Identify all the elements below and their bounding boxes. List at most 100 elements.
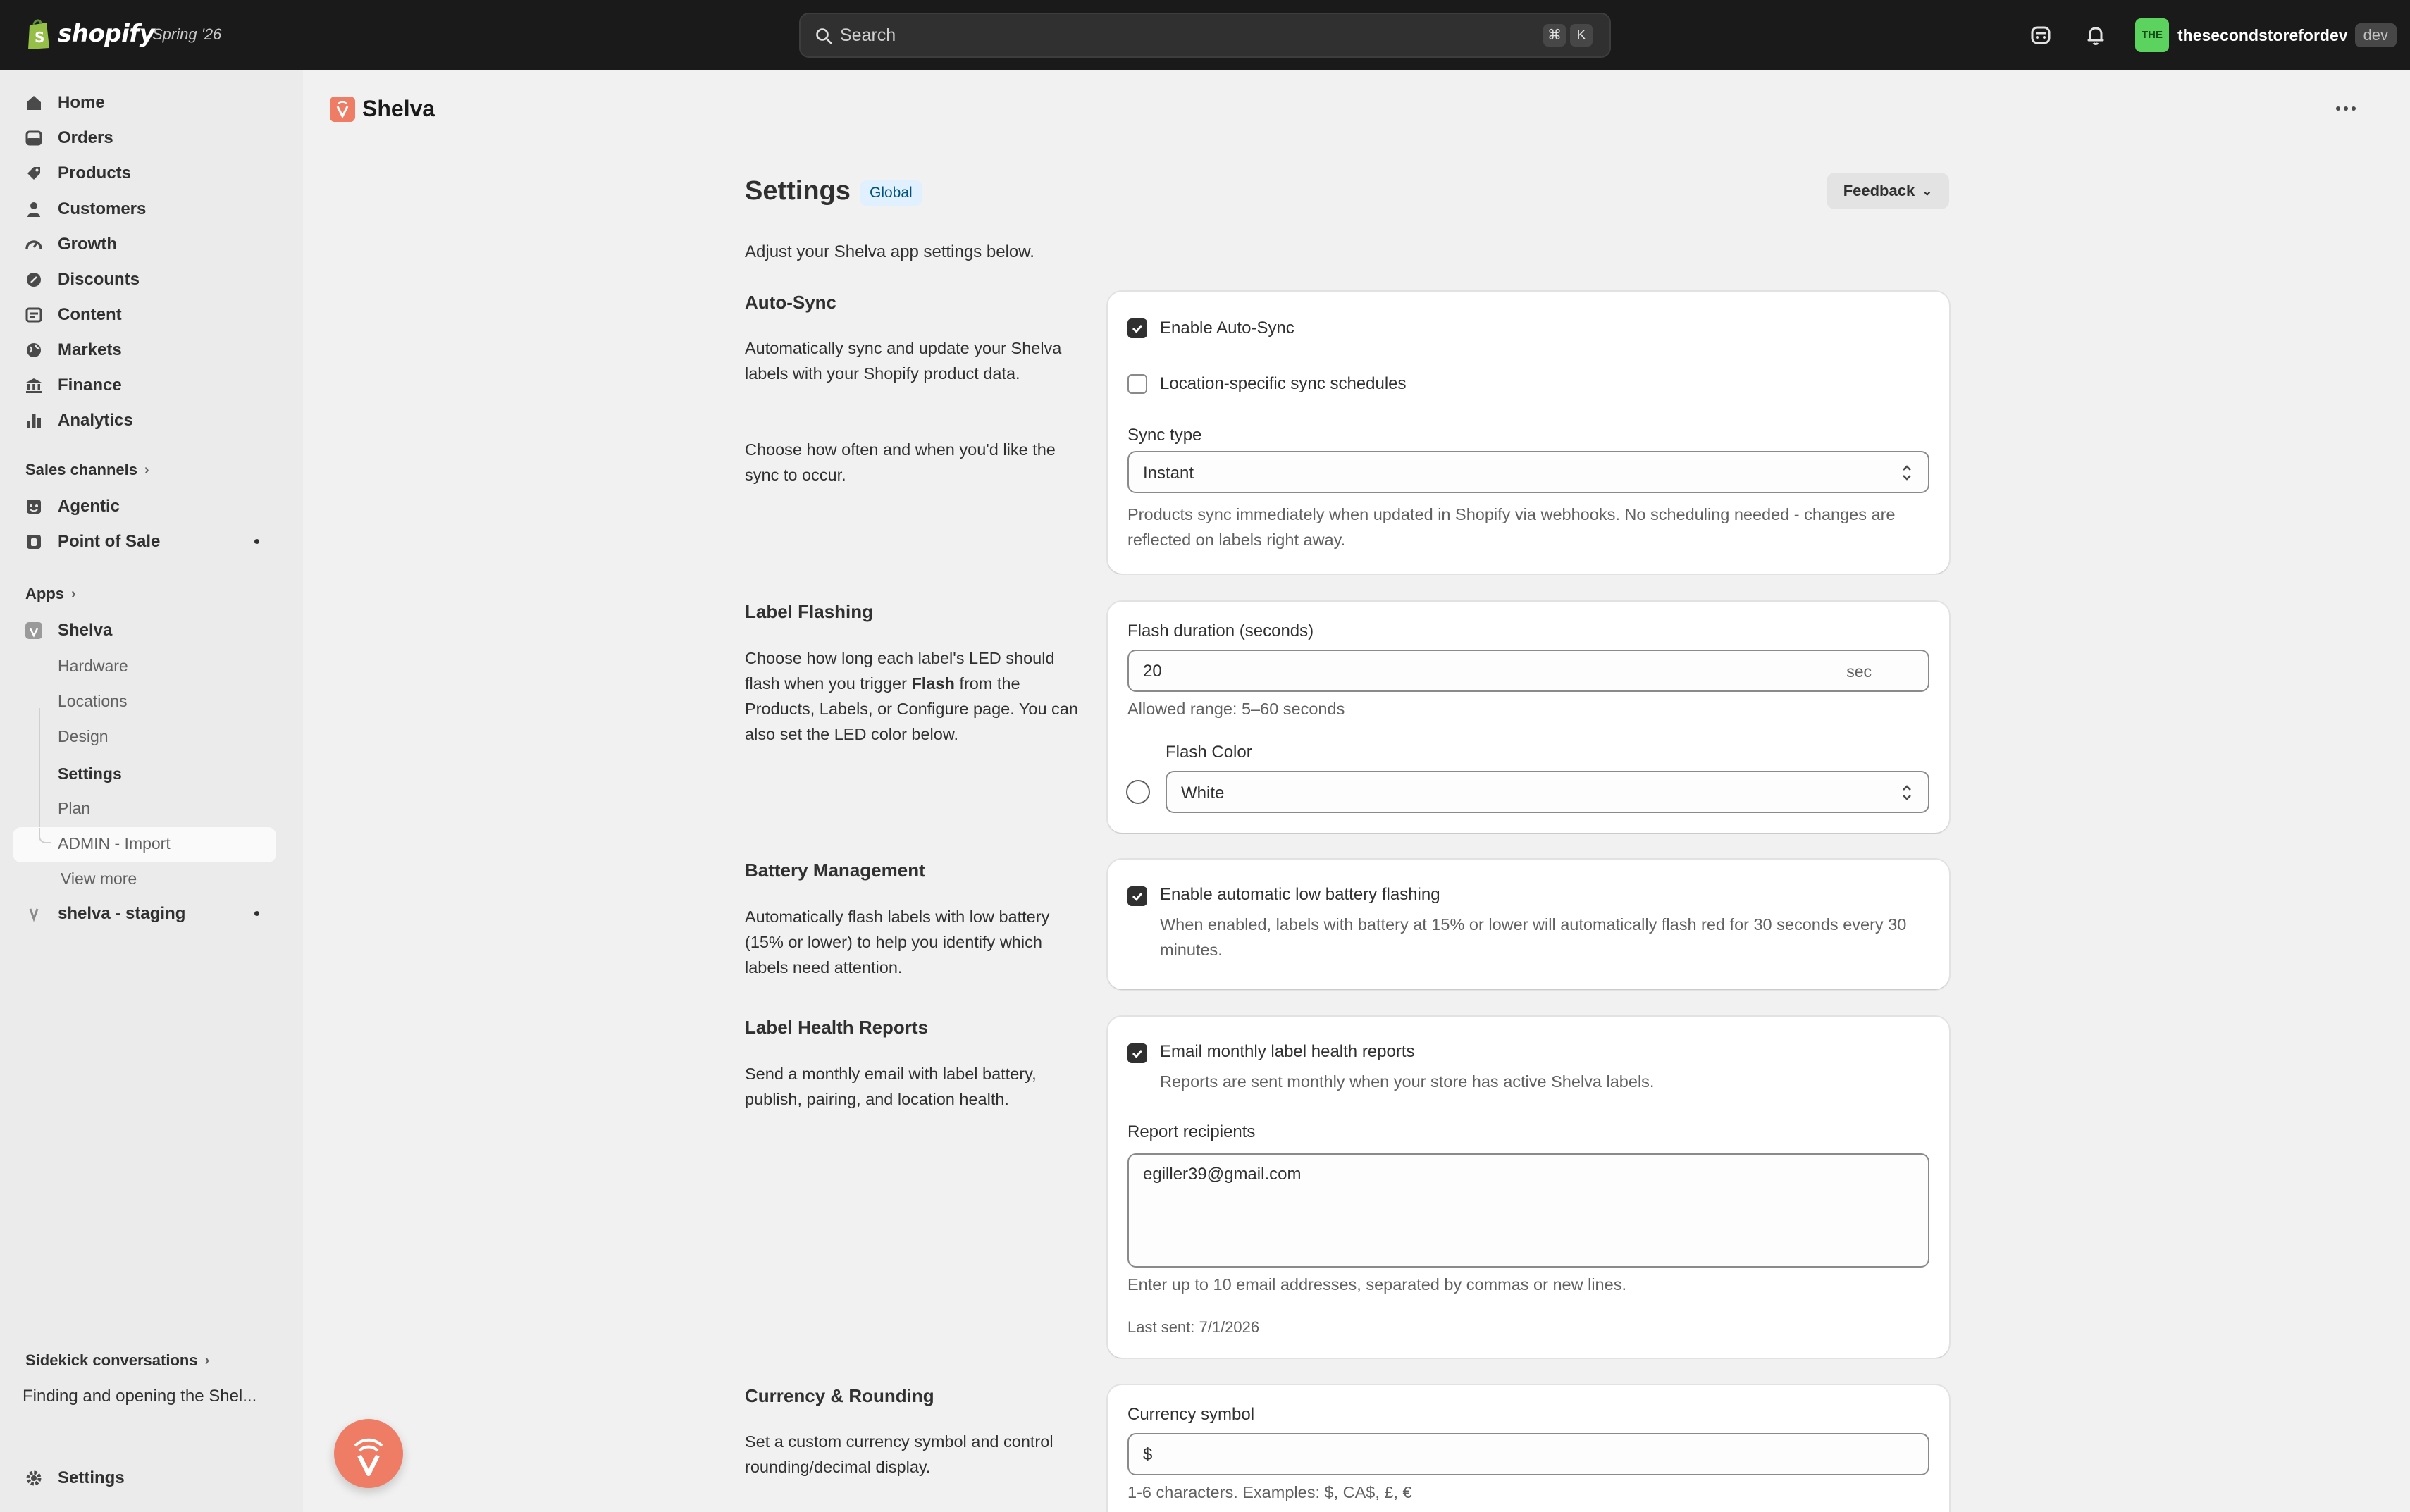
sidekick-conversations-header[interactable]: Sidekick conversations › <box>25 1351 209 1370</box>
sidebar-item-shelva[interactable]: Shelva <box>13 614 276 647</box>
flashing-description: Choose how long each label's LED should … <box>745 645 1083 747</box>
shelva-staging-icon <box>29 908 39 922</box>
sync-type-help: Products sync immediately when updated i… <box>1127 505 1896 549</box>
bar-chart-icon <box>27 414 41 428</box>
sidebar-item-growth[interactable]: Growth <box>13 228 276 261</box>
sidebar-item-orders[interactable]: Orders <box>13 121 276 155</box>
report-recipients-label: Report recipients <box>1127 1122 1256 1141</box>
sidebar-item-settings[interactable]: Settings <box>13 1461 276 1495</box>
sidebar-item-point-of-sale[interactable]: Point of Sale <box>13 525 276 559</box>
sidebar-subitem-design[interactable]: Design <box>58 719 109 753</box>
sidebar-item-label: Point of Sale <box>58 532 161 551</box>
orders-icon <box>25 130 42 146</box>
report-recipients-help: Enter up to 10 email addresses, separate… <box>1127 1275 1626 1294</box>
sidebar-item-label: Discounts <box>58 270 140 289</box>
feedback-button[interactable]: Feedback ⌄ <box>1827 173 1949 209</box>
currency-symbol-label: Currency symbol <box>1127 1405 1255 1424</box>
currency-card: Currency symbol 1-6 characters. Examples… <box>1108 1385 1949 1512</box>
sidebar-item-analytics[interactable]: Analytics <box>13 404 276 438</box>
battery-description: Automatically flash labels with low batt… <box>745 907 1050 977</box>
currency-title: Currency & Rounding <box>745 1385 934 1406</box>
currency-symbol-help: 1-6 characters. Examples: $, CA$, £, € <box>1127 1483 1412 1501</box>
enable-autosync-label[interactable]: Enable Auto-Sync <box>1160 318 1294 338</box>
sidebar-item-label: shelva - staging <box>58 904 186 923</box>
checkmark-icon <box>1132 893 1143 901</box>
location-sync-checkbox[interactable] <box>1127 374 1147 394</box>
chevron-right-icon: › <box>204 1352 210 1368</box>
pos-notification-dot <box>254 539 259 544</box>
sales-channels-header[interactable]: Sales channels › <box>25 461 149 479</box>
flash-color-value: White <box>1181 783 1225 803</box>
sidebar-subitem-locations[interactable]: Locations <box>58 684 127 718</box>
apps-label: Apps <box>25 585 64 602</box>
low-battery-label[interactable]: Enable automatic low battery flashing <box>1160 885 1440 905</box>
flashing-desc-bold: Flash <box>911 674 955 693</box>
store-switcher[interactable]: THE thesecondstorefordev dev <box>2135 18 2397 52</box>
low-battery-checkbox[interactable] <box>1127 886 1147 906</box>
app-header: Shelva <box>330 96 435 122</box>
sync-type-label: Sync type <box>1127 426 1202 445</box>
currency-symbol-field[interactable] <box>1127 1433 1929 1475</box>
health-reports-help: Reports are sent monthly when your store… <box>1160 1072 1655 1091</box>
sidebar-item-discounts[interactable]: Discounts <box>13 263 276 297</box>
search-icon <box>816 28 832 44</box>
enable-autosync-checkbox[interactable] <box>1127 318 1147 338</box>
flash-duration-input[interactable] <box>1143 659 1777 683</box>
sidebar-item-home[interactable]: Home <box>13 86 276 120</box>
sidebar-item-customers[interactable]: Customers <box>13 192 276 226</box>
search-bar[interactable]: ⌘ K <box>799 13 1611 58</box>
report-recipients-textarea[interactable]: egiller39@gmail.com <box>1127 1153 1929 1268</box>
flash-color-label: Flash Color <box>1166 743 1252 762</box>
tree-line <box>39 708 40 846</box>
sidebar-item-shelva-staging[interactable]: shelva - staging <box>13 897 276 931</box>
health-reports-checkbox[interactable] <box>1127 1043 1147 1063</box>
sidebar-item-content[interactable]: Content <box>13 298 276 332</box>
global-badge: Global <box>860 180 922 206</box>
search-input[interactable] <box>840 23 1474 48</box>
sidebar-item-agentic[interactable]: Agentic <box>13 490 276 523</box>
agentic-icon <box>27 500 41 514</box>
apps-header[interactable]: Apps › <box>25 585 76 603</box>
health-reports-label[interactable]: Email monthly label health reports <box>1160 1042 1415 1062</box>
sidebar-item-products[interactable]: Products <box>13 156 276 190</box>
currency-symbol-input[interactable] <box>1143 1443 1777 1467</box>
sidekick-icon[interactable] <box>2027 21 2055 49</box>
gauge-icon <box>25 240 42 249</box>
health-title: Label Health Reports <box>745 1017 929 1038</box>
app-title: Shelva <box>362 96 435 121</box>
shelva-fab-button[interactable] <box>334 1419 403 1488</box>
sidebar-subitem-plan[interactable]: Plan <box>58 791 90 825</box>
svg-text:S: S <box>35 29 44 46</box>
view-more-link[interactable]: View more <box>61 862 137 896</box>
chevron-down-icon: ⌄ <box>1922 183 1933 198</box>
sidebar-item-label: Orders <box>58 128 113 147</box>
location-sync-label[interactable]: Location-specific sync schedules <box>1160 374 1407 394</box>
sidebar-item-label: Finance <box>58 376 122 395</box>
top-bar: S shopify Spring '26 ⌘ K THE thesecondst… <box>0 0 2410 70</box>
flash-duration-field[interactable]: sec <box>1127 650 1929 692</box>
tree-connector <box>39 828 51 843</box>
select-arrows-icon <box>1903 465 1911 481</box>
battery-card: Enable automatic low battery flashing Wh… <box>1108 860 1949 989</box>
feedback-label: Feedback <box>1843 182 1915 199</box>
sidebar-item-label: Analytics <box>58 411 133 430</box>
home-icon <box>27 96 41 110</box>
sidebar-item-markets[interactable]: Markets <box>13 333 276 367</box>
low-battery-help: When enabled, labels with battery at 15%… <box>1160 915 1907 959</box>
shopify-logo[interactable]: S shopify <box>25 17 155 51</box>
flash-color-select[interactable]: White <box>1166 771 1929 813</box>
bell-icon[interactable] <box>2082 21 2110 49</box>
sidebar-item-label: Content <box>58 305 122 324</box>
flash-color-swatch[interactable] <box>1126 780 1150 804</box>
sidekick-conversation-item[interactable]: Finding and opening the Shel... <box>23 1380 257 1413</box>
checkmark-icon <box>1132 1050 1143 1058</box>
sidebar-subitem-admin-import[interactable]: ADMIN - Import <box>58 826 171 860</box>
health-description: Send a monthly email with label battery,… <box>745 1065 1037 1108</box>
shelva-app-logo <box>330 96 355 122</box>
sidebar-subitem-settings[interactable]: Settings <box>58 757 122 791</box>
sidebar-subitem-hardware[interactable]: Hardware <box>58 649 128 683</box>
sidebar-item-finance[interactable]: Finance <box>13 368 276 402</box>
sync-type-select[interactable]: Instant <box>1127 451 1929 493</box>
pos-icon <box>27 535 41 549</box>
more-actions-icon[interactable] <box>2331 97 2361 120</box>
